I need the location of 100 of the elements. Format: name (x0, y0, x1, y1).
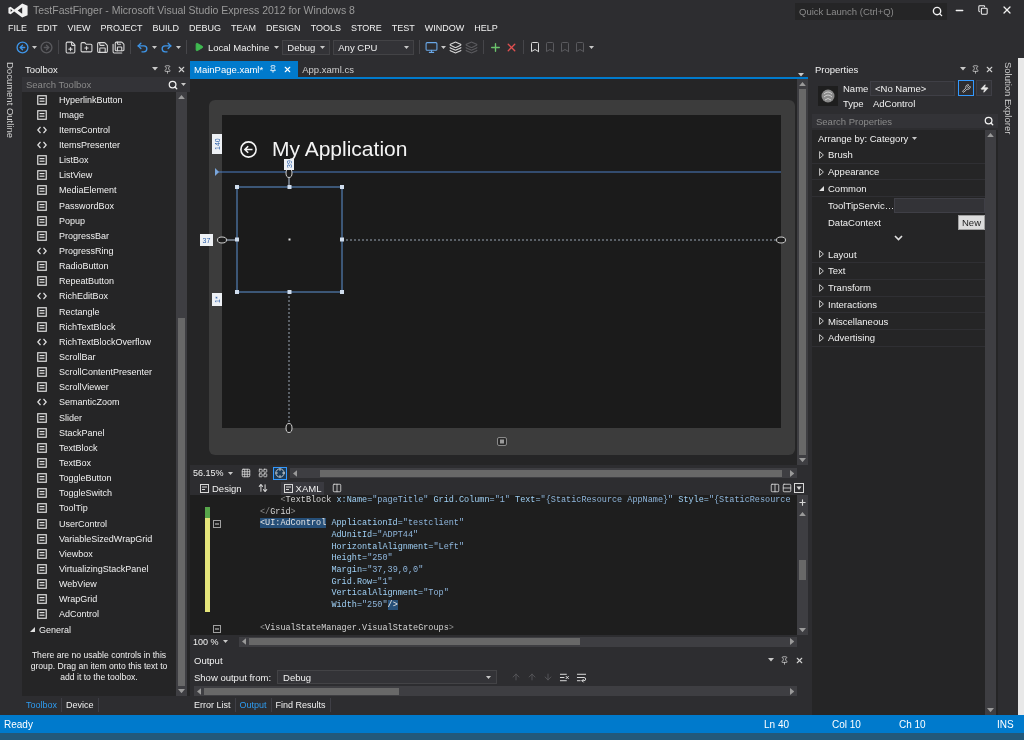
horizontal-scrollbar[interactable] (238, 636, 797, 647)
toolbox-item[interactable]: RichEditBox (22, 288, 176, 304)
layers-icon[interactable] (449, 40, 463, 54)
undo-icon[interactable] (136, 40, 149, 54)
menu-item[interactable]: DESIGN (261, 21, 306, 35)
add-folder-icon[interactable] (80, 40, 93, 54)
snap-lines-toggle[interactable] (272, 466, 287, 480)
swap-icon[interactable] (257, 483, 268, 493)
category-header[interactable]: Appearance (828, 166, 880, 178)
scroll-up-icon[interactable] (799, 82, 806, 87)
menu-item[interactable]: FILE (3, 21, 32, 35)
menu-item[interactable]: TEST (386, 21, 420, 35)
menu-item[interactable]: STORE (346, 21, 387, 35)
zoom-dropdown[interactable]: 56.15% (190, 468, 236, 478)
caret-icon[interactable] (152, 67, 158, 71)
vertical-scrollbar[interactable] (176, 92, 187, 696)
category-header[interactable]: Transform (828, 282, 871, 294)
close-icon[interactable] (985, 64, 994, 74)
toolbox-item[interactable]: MediaElement (22, 182, 176, 198)
pin-icon[interactable] (269, 65, 278, 73)
configuration-dropdown[interactable]: Debug (282, 39, 331, 55)
expander-icon[interactable] (819, 266, 824, 275)
toolbox-item[interactable]: RichTextBlockOverflow (22, 334, 176, 350)
toolbox-item[interactable]: HyperlinkButton (22, 92, 176, 108)
category-header[interactable]: Miscellaneous (828, 315, 889, 327)
search-field[interactable]: Search Toolbox (22, 77, 190, 92)
menu-item[interactable]: WINDOW (419, 21, 470, 35)
word-wrap-icon[interactable] (576, 671, 588, 683)
toolbox-item[interactable]: TextBlock (22, 440, 176, 456)
caret-icon[interactable] (176, 45, 181, 49)
expander-icon[interactable] (819, 167, 824, 176)
menu-item[interactable]: DEBUG (184, 21, 227, 35)
toolbox-item[interactable]: ToolTip (22, 500, 176, 516)
scroll-down-icon[interactable] (799, 627, 806, 632)
document-tab[interactable]: App.xaml.cs (298, 61, 360, 77)
collapse-icon[interactable] (213, 520, 221, 529)
scroll-up-icon[interactable] (178, 95, 185, 100)
pin-icon[interactable] (780, 655, 789, 665)
chevron-down-icon[interactable] (894, 235, 903, 242)
events-view-button[interactable] (976, 80, 992, 96)
side-tab[interactable]: Document Outline (4, 62, 16, 139)
pin-icon[interactable] (163, 64, 172, 74)
scrollbar-thumb[interactable] (319, 469, 782, 477)
caret-icon[interactable] (768, 658, 774, 662)
caret-icon[interactable] (181, 83, 186, 86)
menu-item[interactable]: TEAM (226, 21, 262, 35)
clear-list-icon[interactable] (559, 671, 571, 683)
redo-icon[interactable] (160, 40, 173, 54)
toolbox-item[interactable]: ToggleButton (22, 470, 176, 486)
close-icon[interactable] (795, 655, 804, 665)
toolbox-item[interactable]: VirtualizingStackPanel (22, 561, 176, 577)
scrollbar-thumb[interactable] (204, 687, 400, 695)
scroll-up-icon[interactable] (987, 133, 994, 138)
toolbox-item[interactable]: ListBox (22, 152, 176, 168)
toolbox-item[interactable]: RichTextBlock (22, 319, 176, 335)
platform-dropdown[interactable]: Any CPU (333, 39, 415, 55)
toolbox-item[interactable]: Popup (22, 213, 176, 229)
scrollbar-thumb[interactable] (248, 638, 580, 645)
toolbox-item[interactable]: TextBox (22, 455, 176, 471)
horizontal-scrollbar[interactable] (289, 468, 797, 478)
toolbox-item[interactable]: RadioButton (22, 258, 176, 274)
panel-tab[interactable]: Find Results (271, 698, 331, 712)
output-source-dropdown[interactable]: Debug (277, 670, 498, 684)
plus-icon[interactable] (489, 40, 503, 54)
split-vertical-icon[interactable] (770, 483, 780, 493)
category-header[interactable]: Common (828, 182, 867, 194)
toolbox-item[interactable]: Viewbox (22, 546, 176, 562)
scrollbar-thumb[interactable] (799, 560, 806, 581)
toolbox-item[interactable]: WrapGrid (22, 591, 176, 607)
pin-icon[interactable] (971, 64, 980, 74)
run-button[interactable]: Local Machine (192, 38, 272, 56)
toolbox-item[interactable]: ToggleSwitch (22, 485, 176, 501)
collapse-pane-icon[interactable] (794, 483, 804, 493)
menu-item[interactable]: TOOLS (305, 21, 346, 35)
toolbox-item[interactable]: RepeatButton (22, 273, 176, 289)
menu-item[interactable]: VIEW (62, 21, 96, 35)
new-button[interactable]: New (958, 214, 985, 230)
menu-item[interactable]: BUILD (147, 21, 185, 35)
zoom-dropdown[interactable]: 100 % (190, 636, 231, 647)
caret-icon[interactable] (274, 45, 280, 49)
caret-icon[interactable] (32, 45, 37, 49)
name-field[interactable]: <No Name> (870, 80, 955, 96)
toolbox-item[interactable]: ProgressRing (22, 243, 176, 259)
split-horizontal-icon[interactable] (782, 483, 792, 493)
menu-item[interactable]: HELP (469, 21, 503, 35)
toolbox-item[interactable]: ItemsControl (22, 122, 176, 138)
arrange-by-dropdown[interactable]: Arrange by: Category (818, 132, 918, 144)
split-handle-icon[interactable] (798, 498, 807, 507)
quick-launch-field[interactable]: Quick Launch (Ctrl+Q) (795, 3, 947, 20)
toolbox-item[interactable]: Slider (22, 409, 176, 426)
vertical-scrollbar[interactable] (985, 130, 996, 715)
caret-icon[interactable] (441, 45, 447, 49)
bookmark-icon[interactable] (529, 41, 542, 53)
vertical-scrollbar[interactable] (797, 495, 808, 635)
caret-icon[interactable] (798, 73, 804, 77)
scroll-right-icon[interactable] (789, 638, 794, 645)
menu-item[interactable]: PROJECT (95, 21, 148, 35)
menu-item[interactable]: EDIT (32, 21, 63, 35)
save-icon[interactable] (96, 40, 109, 54)
toolbox-item[interactable]: VariableSizedWrapGrid (22, 531, 176, 547)
